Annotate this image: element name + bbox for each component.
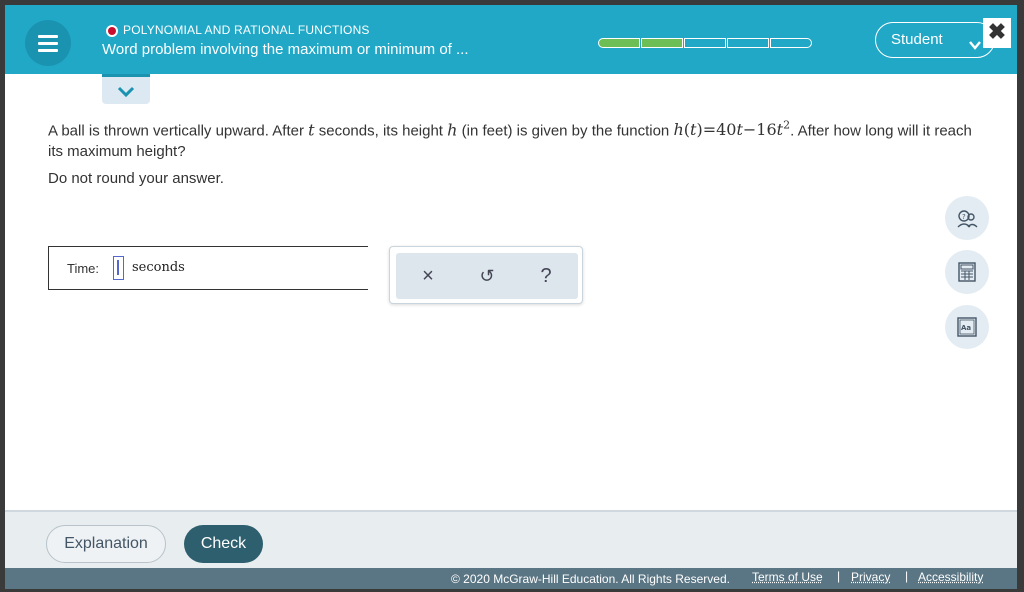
- progress-bar: [598, 38, 813, 48]
- dictionary-button[interactable]: Aa: [945, 305, 989, 349]
- undo-button[interactable]: ↺: [474, 263, 500, 289]
- privacy-link[interactable]: Privacy: [851, 570, 890, 584]
- copyright-text: © 2020 McGraw-Hill Education. All Rights…: [451, 572, 730, 586]
- app-window: POLYNOMIAL AND RATIONAL FUNCTIONS Word p…: [5, 5, 1017, 589]
- function-expression: h(t)=40t−16t2: [673, 119, 791, 140]
- question-part: (in feet) is given by the function: [461, 122, 670, 140]
- page-title: Word problem involving the maximum or mi…: [102, 41, 469, 58]
- footer-separator: |: [905, 569, 909, 583]
- svg-text:?: ?: [962, 213, 966, 221]
- header-bar: POLYNOMIAL AND RATIONAL FUNCTIONS Word p…: [5, 5, 1017, 74]
- close-icon: ✖: [987, 19, 1007, 44]
- help-button[interactable]: ?: [533, 263, 559, 289]
- accessibility-link[interactable]: Accessibility: [918, 570, 983, 584]
- student-menu-button[interactable]: Student: [875, 22, 995, 58]
- calculator-button[interactable]: [945, 250, 989, 294]
- undo-icon: ↺: [479, 266, 495, 286]
- student-label: Student: [891, 31, 943, 48]
- progress-segment: [598, 38, 640, 48]
- progress-segment: [727, 38, 769, 48]
- progress-segment: [770, 38, 812, 48]
- menu-button[interactable]: [25, 20, 71, 66]
- terms-of-use-link[interactable]: Terms of Use: [752, 570, 823, 584]
- math-variable: h: [447, 120, 458, 140]
- help-icon: ?: [540, 265, 552, 287]
- chevron-down-icon: [117, 86, 135, 98]
- question-part: seconds, its height: [318, 122, 443, 140]
- question-text: A ball is thrown vertically upward. Afte…: [48, 115, 978, 162]
- explanation-button[interactable]: Explanation: [46, 525, 166, 563]
- progress-segment: [684, 38, 726, 48]
- ask-help-icon: ?: [957, 210, 978, 228]
- chevron-down-icon: [968, 31, 982, 64]
- check-button[interactable]: Check: [184, 525, 263, 563]
- instruction-text: Do not round your answer.: [48, 170, 224, 187]
- close-button[interactable]: ✖: [983, 18, 1011, 48]
- calculator-icon: [958, 262, 976, 282]
- topic-status-dot: [106, 25, 118, 37]
- clear-icon: ×: [422, 265, 434, 287]
- topic-label: POLYNOMIAL AND RATIONAL FUNCTIONS: [123, 23, 370, 37]
- math-tool-bar: × ↺ ?: [396, 253, 578, 299]
- collapse-header-button[interactable]: [102, 74, 150, 104]
- footer-separator: |: [837, 569, 841, 583]
- unit-label: seconds: [132, 260, 185, 275]
- copyright-bar: © 2020 McGraw-Hill Education. All Rights…: [5, 568, 1017, 589]
- question-part: A ball is thrown vertically upward. Afte…: [48, 122, 304, 140]
- math-variable: t: [308, 120, 315, 140]
- progress-segment: [641, 38, 683, 48]
- answer-input[interactable]: [113, 256, 124, 280]
- dictionary-icon: Aa: [957, 317, 977, 337]
- svg-text:Aa: Aa: [961, 324, 971, 332]
- time-label: Time:: [67, 261, 100, 276]
- ask-help-button[interactable]: ?: [945, 196, 989, 240]
- clear-button[interactable]: ×: [415, 263, 441, 289]
- answer-area: Time: seconds: [48, 246, 368, 290]
- math-tool-panel: × ↺ ?: [389, 246, 583, 304]
